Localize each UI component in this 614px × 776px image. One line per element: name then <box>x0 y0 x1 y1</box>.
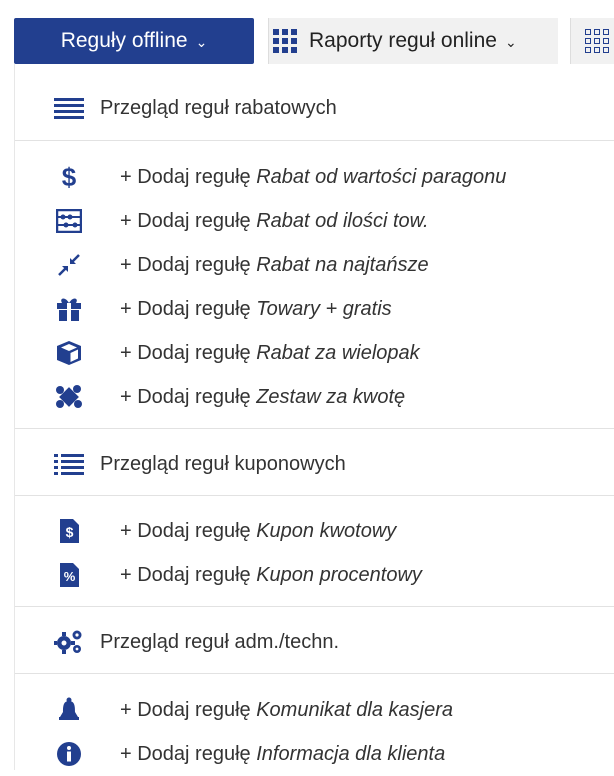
menu-item-label: Przegląd reguł kuponowych <box>100 452 346 475</box>
svg-text:%: % <box>64 569 76 584</box>
list-icon <box>51 93 87 123</box>
divider <box>15 606 614 607</box>
menu-item-add-customer-info[interactable]: + Dodaj regułę Informacja dla klienta <box>15 732 614 776</box>
add-prefix: + Dodaj regułę <box>120 385 251 408</box>
menu-item-add-quantity-discount[interactable]: + Dodaj regułę Rabat od ilości tow. <box>15 199 614 243</box>
rule-type-name: Informacja dla klienta <box>256 742 446 765</box>
menu-item-discount-overview[interactable]: Przegląd reguł rabatowych <box>15 86 614 130</box>
coupon-percent-icon: % <box>51 560 87 590</box>
rule-type-name: Towary + gratis <box>256 297 392 320</box>
tab-more[interactable] <box>570 18 614 64</box>
divider <box>15 140 614 141</box>
offline-rules-dropdown: Przegląd reguł rabatowych $ + Dodaj regu… <box>14 64 614 770</box>
divider <box>15 495 614 496</box>
rule-type-name: Rabat za wielopak <box>256 341 420 364</box>
gift-icon <box>51 294 87 324</box>
gears-icon <box>51 627 87 657</box>
bell-icon <box>51 695 87 725</box>
menu-item-add-gift[interactable]: + Dodaj regułę Towary + gratis <box>15 287 614 331</box>
coupon-amount-icon: $ <box>51 516 87 546</box>
menu-item-coupon-overview[interactable]: Przegląd reguł kuponowych <box>15 442 614 486</box>
dollar-icon: $ <box>61 161 77 192</box>
menu-item-add-set-price[interactable]: + Dodaj regułę Zestaw za kwotę <box>15 375 614 419</box>
menu-item-add-cashier-message[interactable]: + Dodaj regułę Komunikat dla kasjera <box>15 688 614 732</box>
menu-item-add-amount-coupon[interactable]: $ + Dodaj regułę Kupon kwotowy <box>15 509 614 553</box>
box-icon <box>51 338 87 368</box>
add-prefix: + Dodaj regułę <box>120 563 251 586</box>
add-prefix: + Dodaj regułę <box>120 341 251 364</box>
tab-online-reports-label: Raporty reguł online <box>309 29 497 52</box>
rule-type-name: Komunikat dla kasjera <box>256 698 453 721</box>
info-icon <box>51 739 87 769</box>
menu-item-label: Przegląd reguł rabatowych <box>100 96 337 119</box>
add-prefix: + Dodaj regułę <box>120 698 251 721</box>
add-prefix: + Dodaj regułę <box>120 519 251 542</box>
divider <box>15 673 614 674</box>
puzzle-icon <box>51 382 87 412</box>
menu-item-add-receipt-discount[interactable]: $ + Dodaj regułę Rabat od wartości parag… <box>15 155 614 199</box>
rule-type-name: Kupon procentowy <box>256 563 422 586</box>
grid-outline-icon <box>585 29 609 53</box>
menu-item-add-cheapest-discount[interactable]: + Dodaj regułę Rabat na najtańsze <box>15 243 614 287</box>
add-prefix: + Dodaj regułę <box>120 209 251 232</box>
tab-offline-rules-label: Reguły offline <box>60 29 188 52</box>
add-prefix: + Dodaj regułę <box>120 165 251 188</box>
rule-type-name: Rabat od wartości paragonu <box>256 165 507 188</box>
add-prefix: + Dodaj regułę <box>120 297 251 320</box>
rule-type-name: Rabat od ilości tow. <box>256 209 429 232</box>
chevron-down-icon: ⌄ <box>504 33 517 50</box>
add-prefix: + Dodaj regułę <box>120 742 251 765</box>
bullet-list-icon <box>51 449 87 479</box>
menu-item-admin-overview[interactable]: Przegląd reguł adm./techn. <box>15 620 614 664</box>
rule-type-name: Rabat na najtańsze <box>256 253 429 276</box>
menu-item-add-percent-coupon[interactable]: % + Dodaj regułę Kupon procentowy <box>15 553 614 597</box>
chevron-down-icon: ⌄ <box>195 33 208 50</box>
add-prefix: + Dodaj regułę <box>120 253 251 276</box>
divider <box>15 428 614 429</box>
tab-online-reports[interactable]: Raporty reguł online ⌄ <box>268 18 558 64</box>
rule-type-name: Kupon kwotowy <box>256 519 397 542</box>
menu-item-add-multipack[interactable]: + Dodaj regułę Rabat za wielopak <box>15 331 614 375</box>
svg-text:$: $ <box>66 524 74 540</box>
abacus-icon <box>51 206 87 236</box>
grid-icon <box>273 29 297 53</box>
tab-offline-rules[interactable]: Reguły offline ⌄ <box>14 18 254 64</box>
rule-type-name: Zestaw za kwotę <box>256 385 406 408</box>
arrows-compress-icon <box>51 250 87 280</box>
menu-item-label: Przegląd reguł adm./techn. <box>100 630 340 653</box>
